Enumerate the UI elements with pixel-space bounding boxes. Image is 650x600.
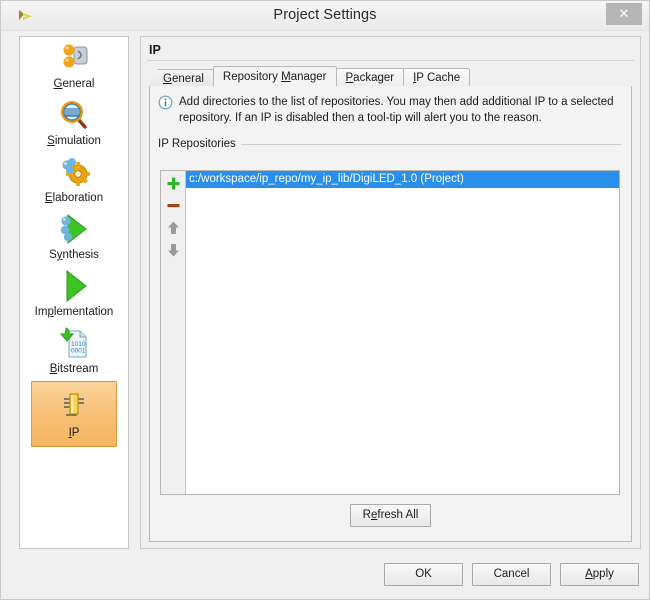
arrow-up-icon: [166, 220, 181, 239]
ip-chip-icon: [54, 388, 94, 426]
title-divider: [147, 60, 634, 61]
project-settings-dialog: Project Settings ✕ General Simulation El…: [0, 0, 650, 600]
group-divider: [240, 143, 621, 145]
page-title: IP: [149, 43, 161, 57]
remove-repository-button[interactable]: [161, 196, 185, 218]
ok-button[interactable]: OK: [384, 563, 463, 586]
general-icon: [54, 39, 94, 77]
sidebar-item-ip[interactable]: IP: [31, 381, 117, 447]
refresh-all-row: Refresh All: [150, 504, 631, 527]
tab-repository-manager[interactable]: Repository Manager: [212, 66, 337, 87]
tab-bar: General Repository Manager Packager IP C…: [149, 66, 640, 87]
sidebar-item-label: Synthesis: [49, 249, 99, 261]
tab-packager[interactable]: Packager: [335, 68, 405, 87]
list-item[interactable]: c:/workspace/ip_repo/my_ip_lib/DigiLED_1…: [186, 171, 619, 188]
move-up-button[interactable]: [161, 218, 185, 240]
info-line-2: repository. If an IP is disabled then a …: [179, 112, 542, 124]
dialog-body: General Simulation Elaboration Synthesis…: [1, 31, 649, 599]
sidebar-item-label: Implementation: [34, 306, 114, 318]
dialog-footer: OK Cancel Apply: [384, 563, 639, 586]
plus-icon: [166, 176, 181, 194]
sidebar-item-implementation[interactable]: Implementation: [20, 265, 128, 322]
move-down-button[interactable]: [161, 240, 185, 262]
repository-manager-pane: Add directories to the list of repositor…: [149, 86, 632, 542]
settings-detail-panel: IP General Repository Manager Packager I…: [140, 36, 641, 549]
sidebar-item-label: IP: [68, 427, 80, 439]
minus-icon: [166, 198, 181, 216]
settings-category-sidebar: General Simulation Elaboration Synthesis…: [19, 36, 129, 549]
ip-repositories-box: c:/workspace/ip_repo/my_ip_lib/DigiLED_1…: [160, 170, 620, 495]
tab-ip-cache[interactable]: IP Cache: [403, 68, 471, 87]
info-line-1: Add directories to the list of repositor…: [179, 96, 614, 108]
list-toolbar: [161, 171, 186, 494]
apply-button[interactable]: Apply: [560, 563, 639, 586]
simulation-icon: [54, 96, 94, 134]
bitstream-icon: 1010 0001: [54, 324, 94, 362]
close-icon[interactable]: ✕: [606, 3, 642, 25]
implementation-icon: [54, 267, 94, 305]
info-circle-icon: [158, 95, 173, 110]
sidebar-item-label: Bitstream: [49, 363, 99, 375]
refresh-all-button[interactable]: Refresh All: [349, 504, 432, 527]
ip-repositories-group-header: IP Repositories: [158, 138, 621, 150]
info-text: Add directories to the list of repositor…: [179, 94, 614, 126]
sidebar-item-synthesis[interactable]: Synthesis: [20, 208, 128, 265]
cancel-button[interactable]: Cancel: [472, 563, 551, 586]
title-bar: Project Settings ✕: [1, 1, 649, 31]
sidebar-item-elaboration[interactable]: Elaboration: [20, 151, 128, 208]
add-repository-button[interactable]: [161, 174, 185, 196]
sidebar-item-label: General: [53, 78, 95, 90]
tab-general[interactable]: General: [149, 69, 214, 87]
arrow-down-icon: [166, 242, 181, 261]
info-banner: Add directories to the list of repositor…: [158, 94, 619, 126]
sidebar-item-bitstream[interactable]: 1010 0001 Bitstream: [20, 322, 128, 379]
sidebar-item-label: Simulation: [47, 135, 101, 147]
group-label: IP Repositories: [158, 138, 236, 150]
window-title: Project Settings: [273, 7, 377, 23]
synthesis-icon: [54, 210, 94, 248]
sidebar-item-general[interactable]: General: [20, 37, 128, 94]
elaboration-icon: [54, 153, 94, 191]
sidebar-item-simulation[interactable]: Simulation: [20, 94, 128, 151]
ip-repositories-list[interactable]: c:/workspace/ip_repo/my_ip_lib/DigiLED_1…: [186, 171, 619, 494]
sidebar-item-label: Elaboration: [44, 192, 104, 204]
svg-text:0001: 0001: [71, 348, 86, 355]
